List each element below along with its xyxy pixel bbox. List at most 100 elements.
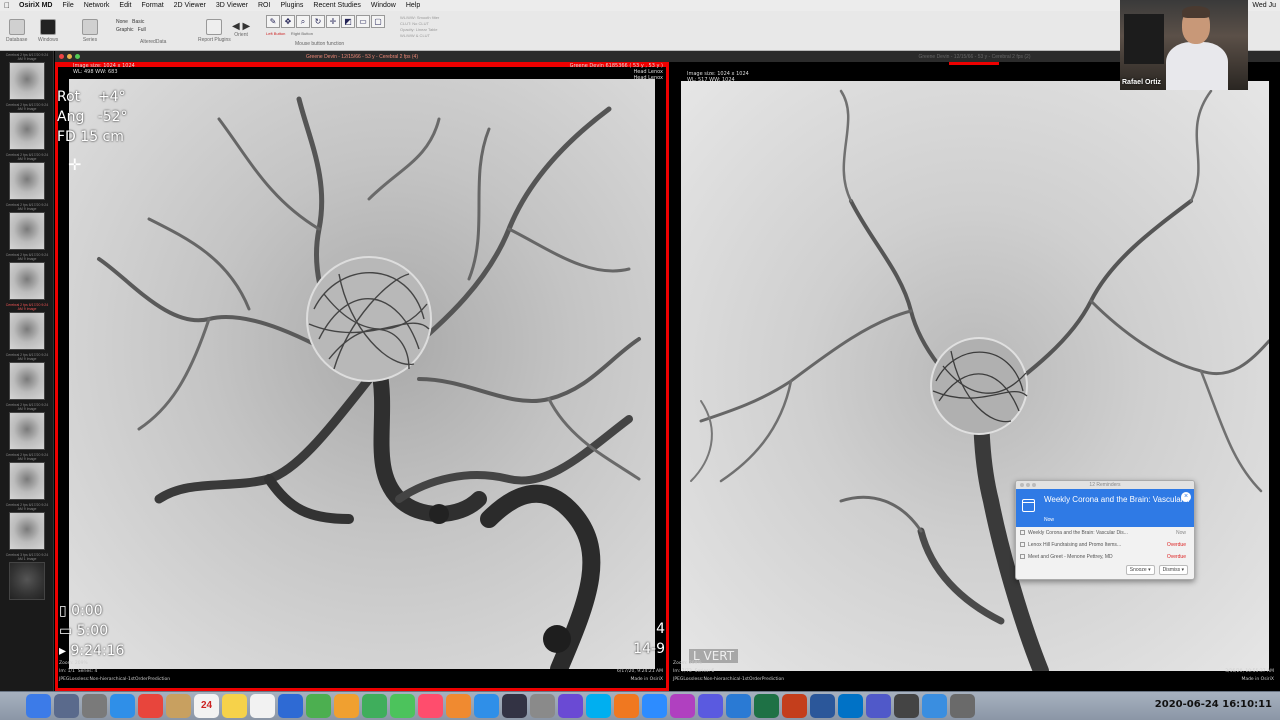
zoom-icon[interactable] — [1032, 483, 1036, 487]
appstore-icon[interactable] — [474, 694, 499, 718]
folder-icon[interactable] — [166, 694, 191, 718]
calendar-icon[interactable]: 24 — [194, 694, 219, 718]
quicktime-icon[interactable] — [894, 694, 919, 718]
series-thumbnail[interactable]: Cerebral 2 fps 6/17/20 9:24 AM 9 Image — [5, 103, 49, 151]
menu-network[interactable]: Network — [79, 2, 115, 9]
series-thumbnail[interactable]: Cerebral 3 fps 6/17/20 9:24 AM 1 Image — [5, 553, 49, 601]
skype-icon[interactable] — [586, 694, 611, 718]
annotation-radio-group[interactable]: None Basic Graphic Full — [116, 18, 146, 34]
checkbox-icon[interactable] — [1020, 554, 1025, 559]
minimize-icon[interactable] — [67, 54, 72, 59]
series-thumbnail[interactable]: Cerebral 2 fps 6/17/20 9:24 AM 9 Image — [5, 303, 49, 351]
prefs-icon[interactable] — [530, 694, 555, 718]
series-button[interactable]: Series — [82, 19, 98, 43]
series-thumbnail[interactable]: Cerebral 2 fps 6/17/20 9:24 AM 9 Image — [5, 503, 49, 551]
series-thumbnail[interactable]: Cerebral 2 fps 6/17/20 9:24 AM 9 Image — [5, 253, 49, 301]
close-icon[interactable] — [1020, 483, 1024, 487]
launchpad-icon[interactable] — [54, 694, 79, 718]
series-thumbnail[interactable]: Cerebral 2 fps 6/17/20 9:24 AM 9 Image — [5, 403, 49, 451]
apple-icon[interactable]:  — [0, 1, 14, 10]
reminder-item[interactable]: Meet and Greet - Menone Pettrey, MD Over… — [1016, 551, 1194, 563]
series-thumbnail[interactable]: Cerebral 2 fps 6/17/20 9:24 AM 9 Image — [5, 203, 49, 251]
left-viewer[interactable]: Greene Devin - 12/15/66 - 53 y - Cerebra… — [55, 51, 669, 691]
onedrive-icon[interactable] — [726, 694, 751, 718]
reminder-item[interactable]: Weekly Corona and the Brain: Vascular Di… — [1016, 527, 1194, 539]
app2-icon[interactable] — [670, 694, 695, 718]
menu-window[interactable]: Window — [366, 2, 401, 9]
messages-icon[interactable] — [390, 694, 415, 718]
chrome-icon[interactable] — [138, 694, 163, 718]
radio-graphic[interactable]: Graphic — [116, 27, 134, 33]
outlook-icon[interactable] — [838, 694, 863, 718]
close-icon[interactable]: × — [1181, 492, 1191, 502]
checkbox-icon[interactable] — [1020, 542, 1025, 547]
series-thumbnail[interactable]: Cerebral 2 fps 6/17/20 9:24 AM 9 Image — [5, 53, 49, 101]
menu-3d-viewer[interactable]: 3D Viewer — [211, 2, 253, 9]
menu-app-name[interactable]: OsiriX MD — [14, 2, 57, 9]
app-icon[interactable] — [278, 694, 303, 718]
notes-icon[interactable] — [222, 694, 247, 718]
radio-full[interactable]: Full — [138, 27, 146, 33]
vlc-icon[interactable] — [614, 694, 639, 718]
tool-roi[interactable]: ▭ — [356, 15, 370, 28]
tool-pencil[interactable]: ✎ — [266, 15, 280, 28]
angiogram-image[interactable] — [69, 79, 655, 669]
rocket-icon[interactable] — [82, 694, 107, 718]
tool-wlww[interactable]: ◩ — [341, 15, 355, 28]
zoom-icon[interactable] — [75, 54, 80, 59]
notification-main[interactable]: Weekly Corona and the Brain: Vascular...… — [1016, 489, 1194, 527]
radio-basic[interactable]: Basic — [132, 19, 144, 25]
report-button[interactable]: Report Plugins — [198, 19, 231, 43]
menu-plugins[interactable]: Plugins — [275, 2, 308, 9]
orient-button[interactable]: ◀ ▶ Orient — [232, 21, 250, 38]
excel-icon[interactable] — [754, 694, 779, 718]
powerpoint-icon[interactable] — [782, 694, 807, 718]
menu-format[interactable]: Format — [136, 2, 168, 9]
tool-rotate[interactable]: ↻ — [311, 15, 325, 28]
right-viewer[interactable]: Greene Devin - 12/15/66 - 53 y - Cerebra… — [669, 51, 1280, 691]
wlww-clut-panel[interactable]: WL/WW: Smooth filter CLUT: No CLUT Opaci… — [400, 15, 439, 39]
osirix-icon[interactable] — [502, 694, 527, 718]
dock-clock: 2020-06-24 16:10:11 — [1154, 699, 1272, 710]
tool-rect[interactable]: ▢ — [371, 15, 385, 28]
menu-roi[interactable]: ROI — [253, 2, 275, 9]
app4-icon[interactable] — [922, 694, 947, 718]
maps-icon[interactable] — [306, 694, 331, 718]
series-thumbnail[interactable]: Cerebral 2 fps 6/17/20 9:24 AM 9 Image — [5, 453, 49, 501]
menu-recent-studies[interactable]: Recent Studies — [308, 2, 365, 9]
finder-icon[interactable] — [26, 694, 51, 718]
app5-icon[interactable] — [950, 694, 975, 718]
app3-icon[interactable] — [698, 694, 723, 718]
menu-2d-viewer[interactable]: 2D Viewer — [169, 2, 211, 9]
series-thumbnail[interactable]: Cerebral 2 fps 6/17/20 9:24 AM 9 Image — [5, 353, 49, 401]
snooze-button[interactable]: Snooze ▾ — [1125, 565, 1155, 575]
checkbox-icon[interactable] — [1020, 530, 1025, 535]
series-thumbnail[interactable]: Cerebral 2 fps 6/17/20 9:24 AM 9 Image — [5, 153, 49, 201]
reminder-item[interactable]: Lenox Hill Fundraising and Promo Items..… — [1016, 539, 1194, 551]
tool-move[interactable]: ✥ — [281, 15, 295, 28]
tool-crosshair[interactable]: ✛ — [326, 15, 340, 28]
itunes-icon[interactable] — [418, 694, 443, 718]
menu-edit[interactable]: Edit — [114, 2, 136, 9]
minimize-icon[interactable] — [1026, 483, 1030, 487]
photos-icon[interactable] — [334, 694, 359, 718]
reminder-notification[interactable]: 12 Reminders Weekly Corona and the Brain… — [1015, 480, 1195, 580]
menubar-clock[interactable]: Wed Ju — [1252, 2, 1276, 9]
reminders-icon[interactable] — [250, 694, 275, 718]
facetime-icon[interactable] — [362, 694, 387, 718]
close-icon[interactable] — [59, 54, 64, 59]
menu-help[interactable]: Help — [401, 2, 425, 9]
database-button[interactable]: Database — [6, 19, 27, 43]
menu-file[interactable]: File — [57, 2, 78, 9]
tool-zoom[interactable]: ⌕ — [296, 15, 310, 28]
dismiss-button[interactable]: Dismiss ▾ — [1158, 565, 1188, 575]
teams-icon[interactable] — [866, 694, 891, 718]
star-icon[interactable] — [558, 694, 583, 718]
word-icon[interactable] — [810, 694, 835, 718]
safari-icon[interactable] — [110, 694, 135, 718]
books-icon[interactable] — [446, 694, 471, 718]
windows-button[interactable]: Windows — [38, 19, 58, 43]
zoom-icon[interactable] — [642, 694, 667, 718]
angiogram-image-right[interactable] — [681, 81, 1269, 671]
radio-none[interactable]: None — [116, 19, 128, 25]
